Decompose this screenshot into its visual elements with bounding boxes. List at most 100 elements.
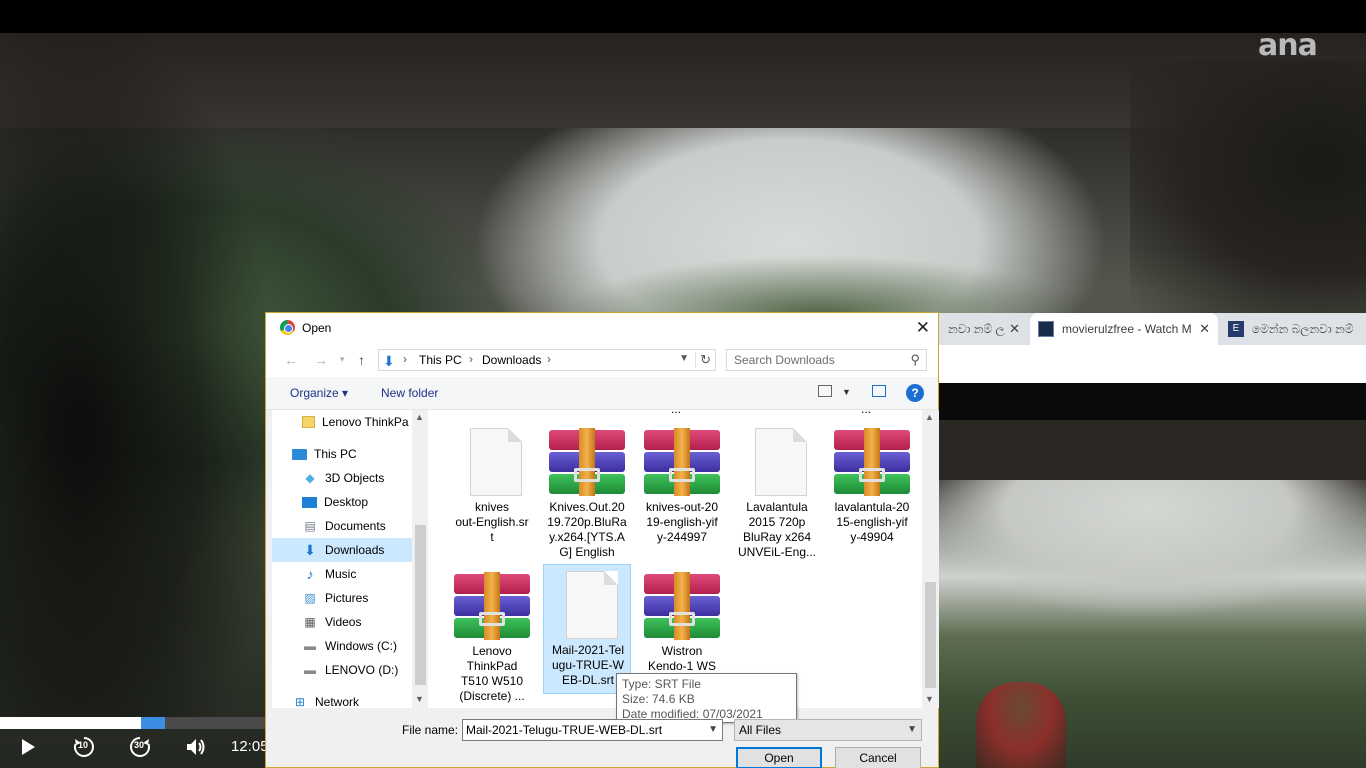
file-name-line: Kendo-1 WS — [647, 659, 717, 673]
archive-file-icon — [644, 428, 720, 496]
sidebar-item[interactable]: Lenovo ThinkPa — [272, 410, 412, 434]
recent-locations-icon[interactable]: ▾ — [340, 354, 345, 365]
change-view-icon[interactable] — [818, 385, 832, 397]
search-icon: ⚲ — [910, 352, 920, 367]
file-name-line: t — [490, 530, 494, 544]
file-type-value: All Files — [739, 723, 782, 737]
breadcrumb-separator: › — [403, 352, 407, 366]
archive-icon-part — [674, 428, 690, 496]
sidebar-item[interactable]: ♪ Music — [272, 562, 412, 586]
scroll-up-icon[interactable]: ▲ — [925, 412, 934, 422]
close-icon[interactable]: ✕ — [1009, 321, 1020, 337]
picture-icon: ▨ — [304, 591, 316, 605]
music-icon: ♪ — [306, 566, 314, 582]
seek-bar-buffered — [141, 717, 165, 729]
file-name-line: 19.720p.BluRa — [547, 515, 627, 529]
sidebar-item[interactable]: This PC — [272, 442, 412, 466]
address-bar[interactable]: ⬇ › This PC › Downloads › ▼ ↻ — [378, 349, 716, 371]
sidebar-item-label: Downloads — [325, 543, 385, 557]
refresh-icon[interactable]: ↻ — [695, 352, 711, 368]
sidebar-item[interactable]: ⊞ Network — [272, 690, 412, 708]
close-icon[interactable]: ✕ — [1199, 321, 1210, 337]
file-name: lavalantula-20 15-english-yif y-49904 — [830, 500, 914, 545]
file-name-input[interactable] — [463, 720, 703, 740]
sidebar-item[interactable]: Desktop — [272, 490, 412, 514]
back-arrow-icon[interactable]: ← — [284, 352, 298, 368]
chevron-down-icon[interactable]: ▼ — [679, 353, 689, 364]
breadcrumb-this-pc[interactable]: This PC — [419, 353, 462, 367]
forward-arrow-icon[interactable]: → — [314, 352, 328, 368]
file-name: knives-out-20 19-english-yif y-244997 — [640, 500, 724, 545]
sidebar-item[interactable]: ▦ Videos — [272, 610, 412, 634]
scrollbar-thumb[interactable] — [415, 525, 426, 685]
file-type-select[interactable]: All Files ▼ — [734, 719, 922, 741]
scroll-down-icon[interactable]: ▼ — [415, 694, 424, 704]
open-file-dialog: Open ✕ ← → ▾ ↑ ⬇ › This PC › Downloads ›… — [265, 312, 939, 768]
browser-tab-active[interactable]: movierulzfree - Watch M ✕ — [1030, 313, 1218, 345]
file-item[interactable]: knives out-English.sr t — [448, 422, 536, 562]
archive-icon-part — [674, 572, 690, 640]
new-folder-button[interactable]: New folder — [381, 386, 438, 400]
file-item[interactable]: lavalantula-20 15-english-yif y-49904 — [828, 422, 916, 562]
sidebar-item[interactable]: ▬ Windows (C:) — [272, 634, 412, 658]
tab-title: movierulzfree - Watch M — [1062, 322, 1192, 336]
help-icon[interactable]: ? — [906, 384, 924, 402]
archive-icon-part — [864, 428, 880, 496]
archive-icon-part — [484, 572, 500, 640]
video-icon: ▦ — [304, 615, 316, 629]
archive-file-icon — [549, 428, 625, 496]
screen: ana නවා නම් ල ✕ movierulzfree - Watch M … — [0, 0, 1366, 768]
computer-icon — [292, 448, 307, 460]
sidebar-item[interactable]: ▬ LENOVO (D:) — [272, 658, 412, 682]
forward-button[interactable]: 30 — [126, 734, 154, 760]
file-name-line: knives-out-20 — [645, 500, 719, 514]
network-icon: ⊞ — [294, 695, 306, 708]
nav-pane-scrollbar[interactable]: ▲ ▼ — [412, 410, 429, 708]
chevron-down-icon[interactable]: ▼ — [708, 724, 718, 735]
file-item[interactable]: Lavalantula 2015 720p BluRay x264 UNVEiL-En… — [733, 422, 821, 562]
file-name-line: (Discrete) ... — [459, 689, 525, 703]
file-list-scrollbar[interactable]: ▲ ▼ — [922, 410, 939, 708]
sidebar-item-label: Desktop — [324, 495, 369, 509]
sidebar-item[interactable]: ▨ Pictures — [272, 586, 412, 610]
forward-seconds: 30 — [134, 740, 145, 750]
organize-button[interactable]: Organize ▾ — [290, 386, 348, 400]
search-input[interactable] — [727, 350, 897, 370]
breadcrumb-downloads[interactable]: Downloads — [482, 353, 541, 367]
close-icon[interactable]: ✕ — [916, 318, 930, 338]
sidebar-item[interactable]: ▤ Documents — [272, 514, 412, 538]
up-arrow-icon[interactable]: ↑ — [358, 352, 365, 368]
embedded-video[interactable] — [938, 420, 1366, 768]
scrollbar-thumb[interactable] — [925, 582, 936, 688]
rewind-button[interactable]: 10 — [70, 734, 98, 760]
archive-icon-part — [669, 468, 695, 482]
folder-icon — [302, 416, 315, 428]
chevron-down-icon[interactable]: ▼ — [842, 387, 851, 397]
archive-icon-part — [859, 468, 885, 482]
open-button[interactable]: Open — [736, 747, 822, 768]
file-name-line: ThinkPad — [466, 659, 518, 673]
sidebar-item[interactable]: ⬇ Downloads — [272, 538, 412, 562]
file-item[interactable]: knives-out-20 19-english-yif y-244997 — [638, 422, 726, 562]
file-item[interactable]: Knives.Out.20 19.720p.BluRa y.x264.[YTS.A G… — [543, 422, 631, 562]
file-name-line: 2015 720p — [748, 515, 806, 529]
browser-tab[interactable]: E මෙන්න බලනවා නම් — [1220, 313, 1366, 345]
video-scene-hill — [560, 255, 1080, 315]
sidebar-item[interactable]: ◆ 3D Objects — [272, 466, 412, 490]
sidebar-item-label: Pictures — [325, 591, 369, 605]
dialog-title-bar[interactable]: Open ✕ — [266, 313, 938, 343]
scroll-up-icon[interactable]: ▲ — [415, 412, 424, 422]
search-box[interactable]: ⚲ — [726, 349, 927, 371]
scroll-down-icon[interactable]: ▼ — [925, 694, 934, 704]
play-button[interactable] — [14, 734, 42, 760]
tooltip-type: Type: SRT File — [622, 677, 701, 691]
volume-button[interactable] — [182, 734, 210, 760]
cancel-button[interactable]: Cancel — [835, 747, 921, 768]
preview-pane-icon[interactable] — [872, 385, 886, 397]
file-item[interactable]: Lenovo ThinkPad T510 W510 (Discrete) ... — [448, 566, 536, 706]
file-name: Knives.Out.20 19.720p.BluRa y.x264.[YTS.A G… — [545, 500, 629, 560]
browser-tab[interactable]: නවා නම් ල ✕ — [938, 313, 1028, 345]
file-name-combobox[interactable]: ▼ — [462, 719, 723, 741]
file-name-line: y-49904 — [850, 530, 894, 544]
text-file-icon — [470, 428, 522, 496]
